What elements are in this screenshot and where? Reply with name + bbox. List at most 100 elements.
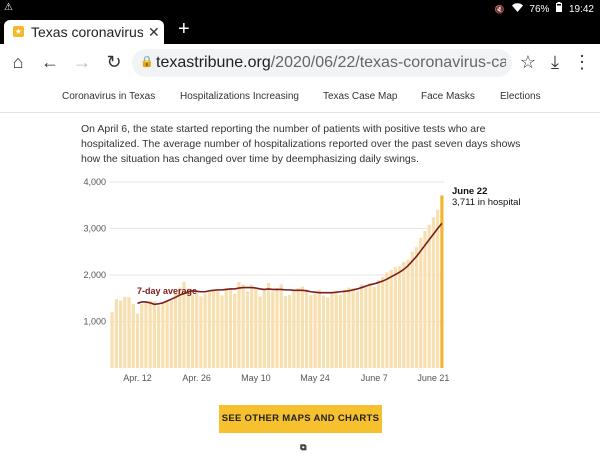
bar [258,296,262,368]
chart-y-axis: 1,000 2,000 3,000 4,000 [83,177,106,327]
article-paragraph: On April 6, the state started reporting … [81,123,521,165]
bar [283,295,288,368]
bar [190,294,195,368]
bar [118,300,123,368]
bar [254,288,258,368]
bar [237,281,241,368]
bar [364,286,368,369]
y-tick-label: 1,000 [83,317,106,327]
seven-day-average-label: 7-day average [137,286,197,296]
bar [347,287,351,368]
bar [292,289,296,368]
clock: 19:42 [568,4,594,15]
bar [207,292,211,368]
bar [317,289,321,368]
bar [266,282,271,368]
bar [123,296,127,368]
bar [233,293,237,368]
bar [216,289,220,368]
back-icon[interactable]: ← [40,52,60,72]
external-link-icon: ⧉ [300,442,307,452]
y-tick-label: 2,000 [83,270,106,280]
bar-latest [440,195,444,368]
site-nav: Coronavirus in Texas Hospitalizations In… [0,81,600,113]
lock-icon: 🔒 [140,56,154,68]
bar [300,286,304,369]
home-icon[interactable]: ⌂ [8,52,28,72]
battery-icon [556,2,565,15]
bar [414,247,419,368]
bar [186,288,190,368]
tab-title: Texas coronavirus ca [31,24,143,40]
bar [245,291,250,368]
bar [338,294,343,368]
bar [296,288,300,368]
nav-item-case-map[interactable]: Texas Case Map [323,91,397,102]
annotation-date: June 22 [452,186,487,197]
url-path: /2020/06/22/texas-coronavirus-cases-ho [270,54,506,71]
bar [157,305,161,368]
browser-toolbar: ⌂ ← → ↻ 🔒 texastribune.org/2020/06/22/te… [0,44,600,81]
bar [220,295,224,368]
bar [381,276,385,368]
bar [351,288,355,368]
bar [309,294,313,368]
address-bar[interactable]: 🔒 texastribune.org/2020/06/22/texas-coro… [132,49,512,77]
chart-x-axis: Apr. 12 Apr. 26 May 10 May 24 June 7 June 21 [123,373,449,383]
battery-percent: 76% [529,4,550,15]
bar [135,313,140,368]
status-bar: ⚠ 🔇 76% 19:42 [0,0,600,17]
status-right: 🔇 76% 19:42 [491,2,594,15]
bar [195,292,199,368]
nav-item-elections[interactable]: Elections [500,91,541,102]
bar [203,293,207,368]
bar [402,261,406,368]
menu-icon[interactable]: ⋮ [572,52,592,72]
bar [127,297,131,368]
bar [423,230,427,368]
tab-close-button[interactable]: ✕ [148,24,160,41]
warning-icon: ⚠ [4,2,13,13]
bar [114,299,118,368]
nav-item-hospitalizations[interactable]: Hospitalizations Increasing [180,91,299,102]
y-tick-label: 3,000 [83,224,106,234]
bar [140,303,144,368]
tab-bar: ★ Texas coronavirus ca ✕ [0,17,600,44]
download-icon[interactable]: ⤓ [545,52,565,72]
bar [169,300,173,368]
bar [393,267,397,368]
bar [330,293,334,368]
browser-tab[interactable]: ★ Texas coronavirus ca ✕ [4,20,164,44]
forward-icon[interactable]: → [72,52,92,72]
bar [228,288,233,368]
bar [288,294,292,368]
x-tick-label: Apr. 26 [182,373,211,383]
nav-item-face-masks[interactable]: Face Masks [421,91,475,102]
bar [271,291,275,368]
bar [313,293,317,368]
nav-item-coronavirus-in-texas[interactable]: Coronavirus in Texas [62,91,155,102]
url-text[interactable]: texastribune.org/2020/06/22/texas-corona… [156,54,506,72]
bar [410,251,414,368]
x-tick-label: May 10 [241,373,271,383]
bar [397,266,402,368]
bar [376,280,381,368]
new-tab-button[interactable]: + [178,19,190,39]
bar [279,284,283,368]
y-tick-label: 4,000 [83,177,106,187]
see-other-maps-button[interactable]: SEE OTHER MAPS AND CHARTS ⧉ [219,405,382,452]
bar [262,289,266,368]
bar [250,284,254,368]
bar [199,296,203,368]
bar [334,292,338,368]
bookmark-star-icon[interactable]: ☆ [518,52,538,72]
bar [173,293,178,368]
bar [385,272,389,368]
bar [419,237,423,368]
bar [148,300,152,368]
reload-icon[interactable]: ↻ [104,52,124,72]
bar [178,287,182,368]
bar [427,224,431,368]
favicon-icon: ★ [13,26,24,37]
wifi-icon [511,3,526,15]
